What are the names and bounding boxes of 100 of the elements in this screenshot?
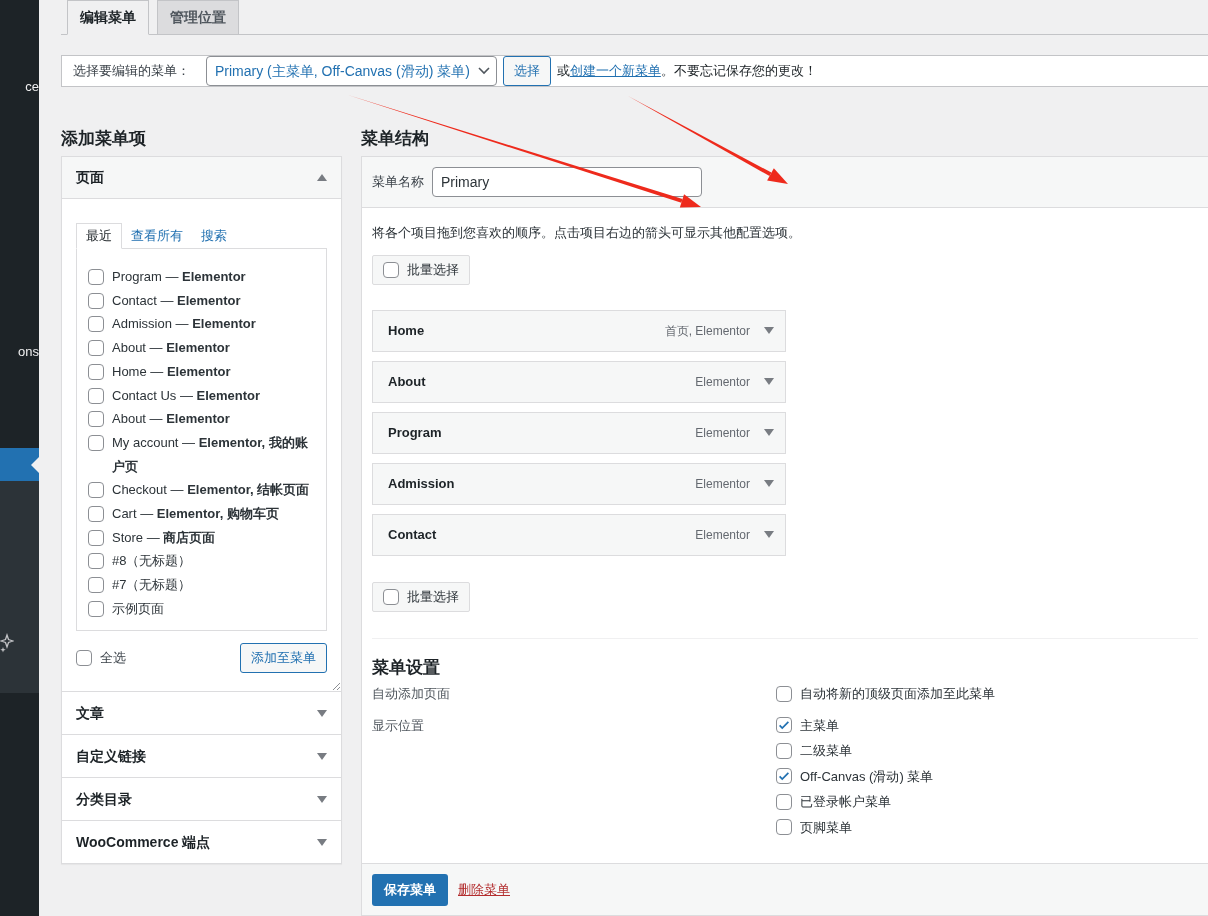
page-option-label: About — Elementor: [112, 410, 230, 429]
checkbox[interactable]: [776, 685, 792, 702]
checkbox[interactable]: [383, 588, 399, 605]
sidebar-item[interactable]: ons: [0, 335, 39, 368]
menu-name-field[interactable]: Primary: [432, 167, 702, 197]
expand-arrow-icon[interactable]: [317, 795, 327, 803]
menu-item-bar[interactable]: About Elementor: [372, 360, 786, 403]
checkbox[interactable]: [88, 340, 104, 357]
checkbox[interactable]: [88, 529, 104, 546]
page-option-label: Cart — Elementor, 购物车页: [112, 505, 279, 524]
create-menu-note: 或创建一个新菜单。不要忘记保存您的更改！: [556, 62, 817, 81]
checkbox[interactable]: [776, 768, 792, 785]
location-option-label: 自动将新的顶级页面添加至此菜单: [800, 685, 995, 703]
checkbox[interactable]: [776, 717, 792, 734]
page-option-label: Contact — Elementor: [112, 291, 241, 310]
page-option-label: About — Elementor: [112, 339, 230, 358]
menu-name-label: 菜单名称: [372, 173, 424, 192]
section-title: 菜单结构: [361, 128, 430, 150]
menu-item-type: Elementor: [695, 475, 750, 493]
accordion-header[interactable]: 文章: [62, 692, 341, 734]
menu-item-bar[interactable]: Home 首页, Elementor: [372, 309, 786, 352]
location-option-label: Off-Canvas (滑动) 菜单: [800, 767, 934, 786]
select-label: 选择要编辑的菜单：: [73, 62, 190, 81]
checkbox[interactable]: [383, 261, 399, 278]
menu-item-title: About: [388, 372, 427, 391]
checkbox[interactable]: [88, 506, 104, 523]
checkbox[interactable]: [88, 553, 104, 570]
resize-handle-icon[interactable]: [332, 682, 340, 690]
accordion-header[interactable]: 自定义链接: [62, 735, 341, 777]
page-option-label: My account — Elementor, 我的账户页: [112, 433, 309, 476]
add-to-menu-button[interactable]: 添加至菜单: [240, 643, 327, 673]
menu-item-bar[interactable]: Program Elementor: [372, 411, 786, 454]
checkbox[interactable]: [88, 482, 104, 499]
menu-item-bar[interactable]: Admission Elementor: [372, 462, 786, 505]
expand-arrow-icon[interactable]: [317, 709, 327, 717]
bulk-select-button[interactable]: 批量选择: [372, 581, 470, 612]
page-option-label: Store — 商店页面: [112, 528, 216, 547]
menu-item-title: Home: [388, 321, 426, 340]
accordion-header[interactable]: 分类目录: [62, 778, 341, 820]
menu-item-title: Contact: [388, 525, 438, 544]
expand-arrow-icon[interactable]: [317, 838, 327, 846]
panel-tab[interactable]: 查看所有: [122, 223, 192, 249]
settings-title: 菜单设置: [372, 656, 441, 679]
checkbox[interactable]: [776, 819, 792, 836]
location-option-label: 页脚菜单: [800, 818, 852, 837]
sidebar-item[interactable]: ce: [0, 70, 39, 103]
checkbox[interactable]: [88, 600, 104, 617]
select-all-label: 全选: [100, 649, 126, 668]
checkbox[interactable]: [88, 292, 104, 309]
section-title: 添加菜单项: [61, 128, 147, 150]
sidebar-item[interactable]: [0, 448, 39, 481]
accordion-header[interactable]: WooCommerce 端点: [62, 821, 341, 863]
create-menu-link[interactable]: 创建一个新菜单: [569, 63, 661, 79]
instructions-text: 将各个项目拖到您喜欢的顺序。点击项目右边的箭头可显示其他配置选项。: [372, 224, 802, 242]
page-option-label: #8（无标题）: [112, 552, 192, 571]
page-option-label: 示例页面: [112, 599, 164, 618]
checkbox[interactable]: [88, 387, 104, 404]
panel-tab[interactable]: 搜索: [192, 223, 236, 249]
checkbox[interactable]: [88, 411, 104, 428]
collapse-arrow-icon[interactable]: [317, 174, 327, 181]
nav-tab[interactable]: 管理位置: [157, 0, 239, 35]
expand-arrow-icon[interactable]: [764, 378, 774, 385]
menu-item-type: Elementor: [695, 526, 750, 544]
expand-arrow-icon[interactable]: [317, 752, 327, 760]
checkbox[interactable]: [76, 650, 92, 666]
expand-arrow-icon[interactable]: [764, 480, 774, 487]
setting-label: 自动添加页面: [372, 685, 451, 703]
sparkle-icon[interactable]: [0, 633, 14, 653]
page-option-label: Checkout — Elementor, 结帐页面: [112, 481, 310, 500]
current-pointer-icon: [31, 457, 39, 473]
panel-tab[interactable]: 最近: [76, 223, 122, 249]
expand-arrow-icon[interactable]: [764, 327, 774, 334]
expand-arrow-icon[interactable]: [764, 531, 774, 538]
accordion-header[interactable]: 页面: [62, 157, 341, 199]
checkbox[interactable]: [776, 793, 792, 810]
bulk-select-button[interactable]: 批量选择: [372, 254, 470, 285]
menu-item-title: Program: [388, 423, 443, 442]
select-button[interactable]: 选择: [502, 56, 551, 86]
delete-menu-link[interactable]: 删除菜单: [458, 879, 510, 900]
menu-item-title: Admission: [388, 474, 456, 493]
checkbox[interactable]: [88, 577, 104, 594]
page-option-label: Program — Elementor: [112, 268, 246, 286]
menu-item-bar[interactable]: Contact Elementor: [372, 513, 786, 556]
page-option-label: #7（无标题）: [112, 576, 192, 595]
checkbox[interactable]: [88, 269, 104, 285]
checkbox[interactable]: [88, 363, 104, 380]
expand-arrow-icon[interactable]: [764, 429, 774, 436]
save-menu-button[interactable]: 保存菜单: [372, 873, 448, 906]
menu-item-type: 首页, Elementor: [664, 322, 750, 340]
setting-label: 显示位置: [372, 716, 425, 735]
location-option-label: 二级菜单: [800, 742, 852, 760]
menu-item-type: Elementor: [695, 373, 750, 391]
menu-dropdown[interactable]: Primary (主菜单, Off-Canvas (滑动) 菜单): [206, 56, 497, 86]
page-option-label: Contact Us — Elementor: [112, 386, 261, 405]
checkbox[interactable]: [88, 316, 104, 333]
nav-tab[interactable]: 编辑菜单: [67, 0, 149, 35]
checkbox[interactable]: [776, 742, 792, 759]
checkbox[interactable]: [88, 434, 104, 451]
location-option-label: 主菜单: [800, 716, 839, 735]
page-option-label: Home — Elementor: [112, 362, 231, 381]
